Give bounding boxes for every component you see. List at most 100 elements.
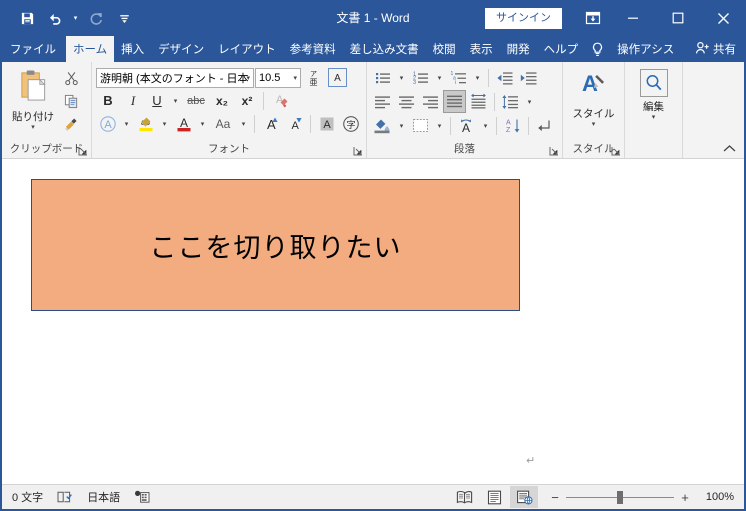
phonetic-format-dropdown-icon[interactable]: ▾ bbox=[479, 115, 492, 136]
tab-mailings[interactable]: 差し込み文書 bbox=[343, 36, 426, 62]
tab-developer[interactable]: 開発 bbox=[500, 36, 537, 62]
shading-button[interactable] bbox=[371, 115, 394, 136]
font-name-dropdown-icon[interactable]: ▾ bbox=[246, 74, 250, 82]
font-dialog-launcher-icon[interactable] bbox=[353, 146, 363, 156]
tell-me-box[interactable]: 操作アシス bbox=[610, 36, 681, 62]
editing-dropdown-icon[interactable]: ▾ bbox=[652, 114, 656, 121]
phonetic-format-button[interactable]: A bbox=[455, 115, 478, 136]
collapse-ribbon-icon[interactable] bbox=[723, 144, 736, 156]
font-color-dropdown-icon[interactable]: ▾ bbox=[196, 113, 209, 134]
zoom-slider-thumb[interactable] bbox=[617, 490, 623, 504]
change-case-dropdown-icon[interactable]: ▾ bbox=[237, 113, 250, 134]
increase-indent-button[interactable] bbox=[517, 67, 540, 88]
view-web-layout-button[interactable] bbox=[510, 486, 538, 508]
text-highlight-color-button[interactable]: ab bbox=[134, 113, 157, 134]
zoom-level-label[interactable]: 100% bbox=[700, 491, 734, 503]
tab-view[interactable]: 表示 bbox=[463, 36, 500, 62]
text-effects-button[interactable]: A bbox=[96, 113, 119, 134]
format-painter-icon[interactable] bbox=[60, 114, 82, 135]
styles-dropdown-icon[interactable]: ▾ bbox=[592, 121, 596, 128]
tab-references[interactable]: 参考資料 bbox=[283, 36, 343, 62]
share-button[interactable]: 共有 bbox=[695, 41, 746, 58]
align-right-button[interactable] bbox=[419, 91, 442, 112]
undo-dropdown-icon[interactable]: ▾ bbox=[70, 5, 81, 31]
line-spacing-dropdown-icon[interactable]: ▾ bbox=[523, 91, 536, 112]
justify-button[interactable] bbox=[443, 90, 466, 113]
enclose-characters-button[interactable]: 字 bbox=[339, 113, 362, 134]
font-name-combo[interactable]: 游明朝 (本文のフォント - 日本 ▾ bbox=[96, 67, 254, 88]
customize-quick-access-icon[interactable] bbox=[111, 5, 137, 31]
shading-dropdown-icon[interactable]: ▾ bbox=[395, 115, 408, 136]
copy-icon[interactable] bbox=[60, 91, 82, 112]
character-shading-button[interactable]: A bbox=[315, 113, 338, 134]
view-print-layout-button[interactable] bbox=[480, 486, 508, 508]
close-button[interactable] bbox=[700, 0, 746, 36]
shrink-font-button[interactable]: A bbox=[283, 113, 306, 134]
multilevel-list-button[interactable]: 1ai bbox=[447, 67, 470, 88]
zoom-in-button[interactable]: + bbox=[680, 490, 690, 505]
change-case-button[interactable]: Aa bbox=[210, 113, 236, 134]
cut-icon[interactable] bbox=[60, 68, 82, 89]
decrease-indent-button[interactable] bbox=[493, 67, 516, 88]
minimize-button[interactable] bbox=[610, 0, 655, 36]
underline-button[interactable]: U bbox=[146, 90, 168, 111]
multilevel-dropdown-icon[interactable]: ▾ bbox=[471, 67, 484, 88]
clear-formatting-button[interactable]: A bbox=[268, 90, 291, 111]
word-count[interactable]: 0 文字 bbox=[12, 489, 43, 505]
zoom-out-button[interactable]: − bbox=[550, 490, 560, 505]
tab-file[interactable]: ファイル bbox=[0, 36, 66, 62]
sign-in-button[interactable]: サインイン bbox=[485, 7, 562, 29]
language-indicator[interactable]: 日本語 bbox=[87, 489, 120, 505]
paste-dropdown-icon[interactable]: ▾ bbox=[31, 124, 35, 131]
numbering-button[interactable]: 123 bbox=[409, 67, 432, 88]
tab-home[interactable]: ホーム bbox=[66, 36, 115, 62]
ribbon-display-options-icon[interactable] bbox=[576, 0, 610, 36]
tab-insert[interactable]: 挿入 bbox=[114, 36, 151, 62]
bold-button[interactable]: B bbox=[96, 90, 120, 111]
bullets-dropdown-icon[interactable]: ▾ bbox=[395, 67, 408, 88]
view-read-mode-button[interactable] bbox=[450, 486, 478, 508]
tab-review[interactable]: 校閲 bbox=[426, 36, 463, 62]
tab-layout[interactable]: レイアウト bbox=[211, 36, 283, 62]
proofing-icon[interactable] bbox=[57, 490, 73, 504]
superscript-button[interactable]: x² bbox=[235, 90, 259, 111]
sort-button[interactable]: AZ bbox=[501, 115, 524, 136]
italic-button[interactable]: I bbox=[121, 90, 145, 111]
phonetic-guide-icon[interactable]: ア亜 bbox=[302, 67, 325, 88]
maximize-button[interactable] bbox=[655, 0, 700, 36]
font-size-dropdown-icon[interactable]: ▾ bbox=[293, 74, 297, 82]
subscript-button[interactable]: x₂ bbox=[210, 90, 234, 111]
strikethrough-button[interactable]: abc bbox=[183, 90, 209, 111]
styles-dialog-launcher-icon[interactable] bbox=[611, 146, 621, 156]
clipboard-dialog-launcher-icon[interactable] bbox=[78, 146, 88, 156]
document-canvas[interactable]: ここを切り取りたい ↵ bbox=[2, 159, 744, 489]
borders-dropdown-icon[interactable]: ▾ bbox=[433, 115, 446, 136]
distributed-button[interactable] bbox=[467, 91, 490, 112]
styles-button[interactable]: A スタイル ▾ bbox=[567, 65, 620, 128]
font-color-button[interactable]: A bbox=[172, 113, 195, 134]
numbering-dropdown-icon[interactable]: ▾ bbox=[433, 67, 446, 88]
borders-button[interactable] bbox=[409, 115, 432, 136]
grow-font-button[interactable]: A bbox=[259, 113, 282, 134]
show-formatting-marks-button[interactable] bbox=[533, 115, 556, 136]
font-size-combo[interactable]: 10.5 ▾ bbox=[255, 67, 301, 88]
bullets-button[interactable] bbox=[371, 67, 394, 88]
line-spacing-button[interactable] bbox=[499, 91, 522, 112]
undo-icon[interactable] bbox=[42, 5, 68, 31]
lightbulb-icon[interactable] bbox=[585, 36, 610, 62]
zoom-slider[interactable] bbox=[566, 490, 674, 504]
underline-dropdown-icon[interactable]: ▾ bbox=[169, 90, 182, 111]
editing-button[interactable]: 編集 ▾ bbox=[629, 65, 678, 121]
paste-button[interactable]: 貼り付け ▾ bbox=[6, 65, 60, 131]
paragraph-dialog-launcher-icon[interactable] bbox=[549, 146, 559, 156]
align-left-button[interactable] bbox=[371, 91, 394, 112]
highlight-dropdown-icon[interactable]: ▾ bbox=[158, 113, 171, 134]
save-icon[interactable] bbox=[14, 5, 40, 31]
macro-record-icon[interactable] bbox=[134, 490, 150, 504]
text-box-shape[interactable]: ここを切り取りたい bbox=[31, 179, 520, 311]
align-center-button[interactable] bbox=[395, 91, 418, 112]
tab-help[interactable]: ヘルプ bbox=[537, 36, 586, 62]
text-effects-dropdown-icon[interactable]: ▾ bbox=[120, 113, 133, 134]
character-border-button[interactable]: A bbox=[326, 67, 349, 88]
tab-design[interactable]: デザイン bbox=[151, 36, 211, 62]
